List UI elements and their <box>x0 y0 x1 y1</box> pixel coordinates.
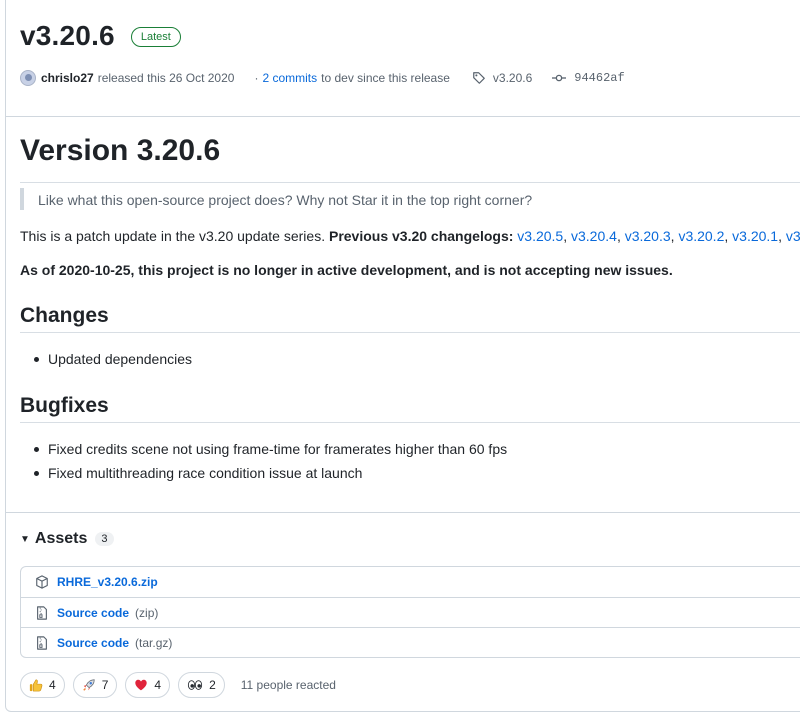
asset-ext: (tar.gz) <box>135 635 173 650</box>
reaction-count: 2 <box>209 678 216 692</box>
intro-text: This is a patch update in the v3.20 upda… <box>20 228 329 244</box>
release-card: v3.20.6 Latest chrislo27 released this 2… <box>5 0 800 712</box>
asset-row[interactable]: Source code (tar.gz) <box>21 627 800 657</box>
star-quote: Like what this open-source project does?… <box>20 188 532 210</box>
reaction-count: 4 <box>154 678 162 692</box>
assets-toggle[interactable]: ▼ Assets 3 <box>20 530 114 548</box>
eyes-icon <box>187 678 203 692</box>
changelog-link[interactable]: v3.20.4 <box>571 228 617 244</box>
changelog-link[interactable]: v3.20.3 <box>625 228 671 244</box>
intro-bold: Previous v3.20 changelogs: <box>328 228 514 244</box>
reaction-count: 7 <box>101 678 109 692</box>
reaction-heart[interactable]: 4 <box>125 672 171 698</box>
changes-list: Updated dependencies <box>34 347 192 371</box>
asset-row[interactable]: RHRE_v3.20.6.zip <box>21 567 800 597</box>
list-item: Fixed multithreading race condition issu… <box>34 461 507 485</box>
bugfixes-list: Fixed credits scene not using frame-time… <box>34 437 507 485</box>
asset-link[interactable]: Source code <box>57 636 129 650</box>
assets-list: RHRE_v3.20.6.zip Source code (zip) Sourc… <box>20 566 800 658</box>
asset-link[interactable]: RHRE_v3.20.6.zip <box>57 575 158 589</box>
package-icon <box>35 575 49 589</box>
list-item: Updated dependencies <box>34 347 192 371</box>
asset-row[interactable]: Source code (zip) <box>21 597 800 627</box>
meta-bullet: · <box>254 71 259 85</box>
notice-paragraph: As of 2020-10-25, this project is no lon… <box>20 262 673 278</box>
reaction-count: 4 <box>49 678 56 692</box>
file-zip-icon <box>35 605 49 620</box>
commits-link[interactable]: 2 commits <box>262 71 317 85</box>
intro-paragraph: This is a patch update in the v3.20 upda… <box>20 226 800 246</box>
bugfixes-heading: Bugfixes <box>20 394 109 417</box>
author-link[interactable]: chrislo27 <box>41 71 94 85</box>
reaction-eyes[interactable]: 2 <box>178 672 225 698</box>
reactions-bar: 4 7 4 2 11 people reacted <box>20 672 336 698</box>
bugfixes-rule <box>20 422 800 423</box>
list-item: Fixed credits scene not using frame-time… <box>34 437 507 461</box>
git-commit-icon <box>552 71 567 85</box>
reaction-rocket[interactable]: 7 <box>72 672 118 698</box>
changes-rule <box>20 332 800 333</box>
commit-hash-link[interactable]: 94462af <box>574 71 624 85</box>
asset-link[interactable]: Source code <box>57 606 129 620</box>
rocket-icon <box>82 678 96 692</box>
reaction-thumbs-up[interactable]: 4 <box>20 672 65 698</box>
assets-title: Assets <box>34 530 88 547</box>
changes-heading: Changes <box>20 304 109 327</box>
header-divider <box>6 116 800 117</box>
commits-suffix: to dev since this release <box>321 71 450 85</box>
changelog-link[interactable]: v3.20.5 <box>517 228 563 244</box>
notes-heading: Version 3.20.6 <box>20 134 221 167</box>
thumbs-up-icon <box>29 678 43 692</box>
tag-link[interactable]: v3.20.6 <box>493 71 532 85</box>
release-meta: chrislo27 released this 26 Oct 2020 · 2 … <box>20 70 625 86</box>
release-header: v3.20.6 Latest chrislo27 released this 2… <box>20 16 800 86</box>
changelog-link[interactable]: v3.20.2 <box>678 228 724 244</box>
latest-badge: Latest <box>130 27 181 47</box>
released-text: released this 26 Oct 2020 <box>97 71 235 85</box>
changelog-link[interactable]: v3.20.0 <box>786 228 800 244</box>
file-zip-icon <box>35 635 49 650</box>
caret-down-icon: ▼ <box>20 533 30 545</box>
assets-divider <box>6 512 800 513</box>
avatar[interactable] <box>20 70 36 86</box>
reactions-summary: 11 people reacted <box>240 678 336 692</box>
heart-icon <box>134 678 148 692</box>
heading-rule <box>20 182 800 183</box>
changelog-link[interactable]: v3.20.1 <box>732 228 778 244</box>
release-title[interactable]: v3.20.6 <box>20 20 115 52</box>
asset-ext: (zip) <box>135 605 159 620</box>
assets-count-badge: 3 <box>95 532 114 546</box>
tag-icon <box>472 71 486 85</box>
